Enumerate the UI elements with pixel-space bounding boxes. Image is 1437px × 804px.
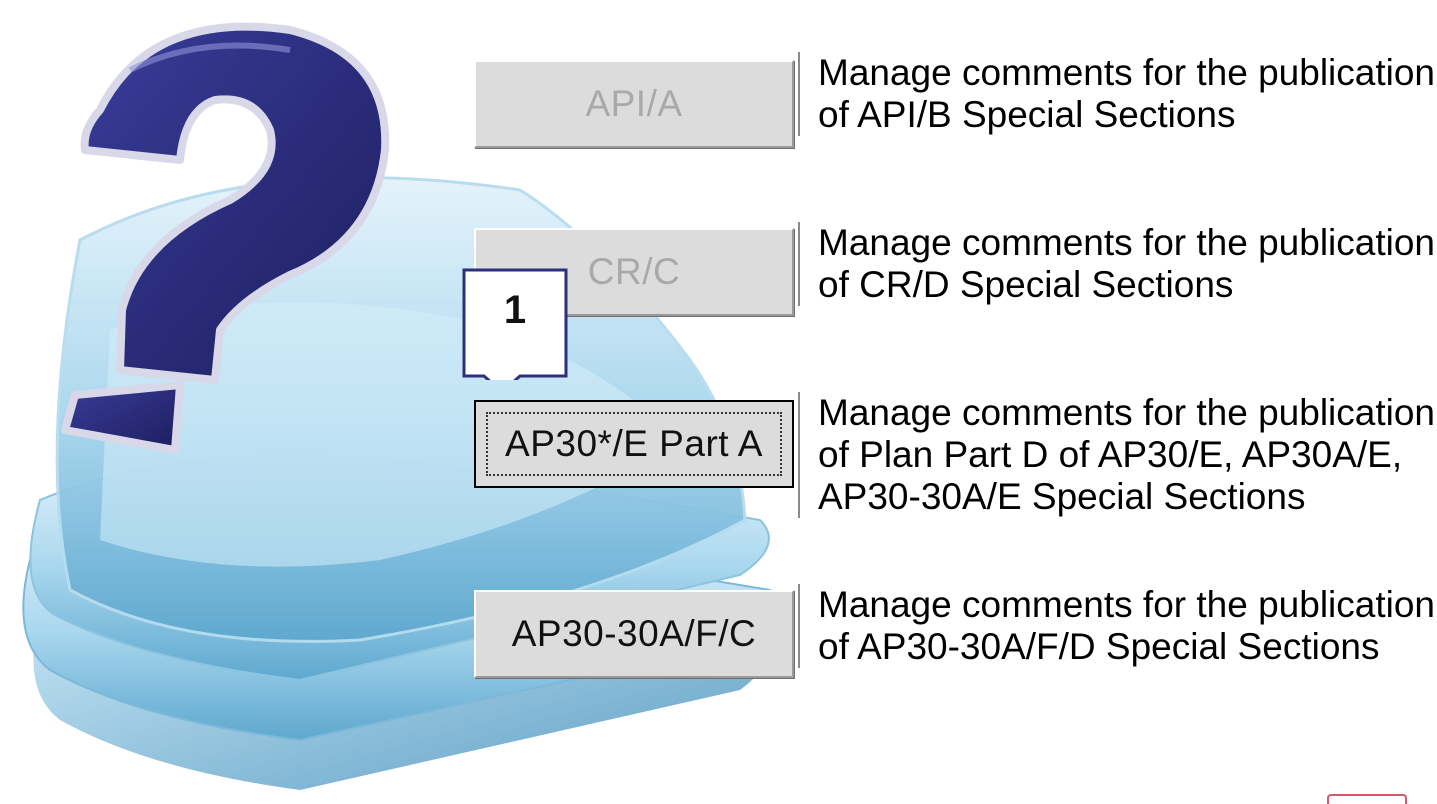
description-line: Manage comments for the publication — [818, 222, 1436, 263]
description-line: of CR/D Special Sections — [818, 264, 1234, 305]
cr-c-description: Manage comments for the publication of C… — [798, 222, 1437, 306]
description-line: of Plan Part D of AP30/E, AP30A/E, — [818, 434, 1403, 475]
ap30-30a-f-c-description: Manage comments for the publication of A… — [798, 584, 1437, 668]
description-line: Manage comments for the publication — [818, 392, 1436, 433]
ap30-e-part-a-button-label: AP30*/E Part A — [505, 423, 763, 464]
api-a-button-label: API/A — [585, 83, 683, 124]
step-number: 1 — [503, 288, 527, 332]
ap30-30a-f-c-button[interactable]: AP30-30A/F/C — [474, 590, 794, 678]
cr-c-button-label: CR/C — [587, 251, 681, 292]
ap30-e-part-a-button[interactable]: AP30*/E Part A — [474, 400, 794, 488]
description-line: of AP30-30A/F/D Special Sections — [818, 626, 1380, 667]
description-line: of API/B Special Sections — [818, 94, 1236, 135]
description-line: AP30-30A/E Special Sections — [818, 476, 1306, 517]
api-a-button[interactable]: API/A — [474, 60, 794, 148]
ap30-30a-f-c-button-label: AP30-30A/F/C — [511, 613, 757, 654]
api-a-description: Manage comments for the publication of A… — [798, 52, 1437, 136]
ap30-e-part-a-description: Manage comments for the publication of P… — [798, 392, 1437, 518]
description-line: Manage comments for the publication — [818, 52, 1436, 93]
description-line: Manage comments for the publication — [818, 584, 1436, 625]
corner-marker — [1327, 794, 1407, 804]
